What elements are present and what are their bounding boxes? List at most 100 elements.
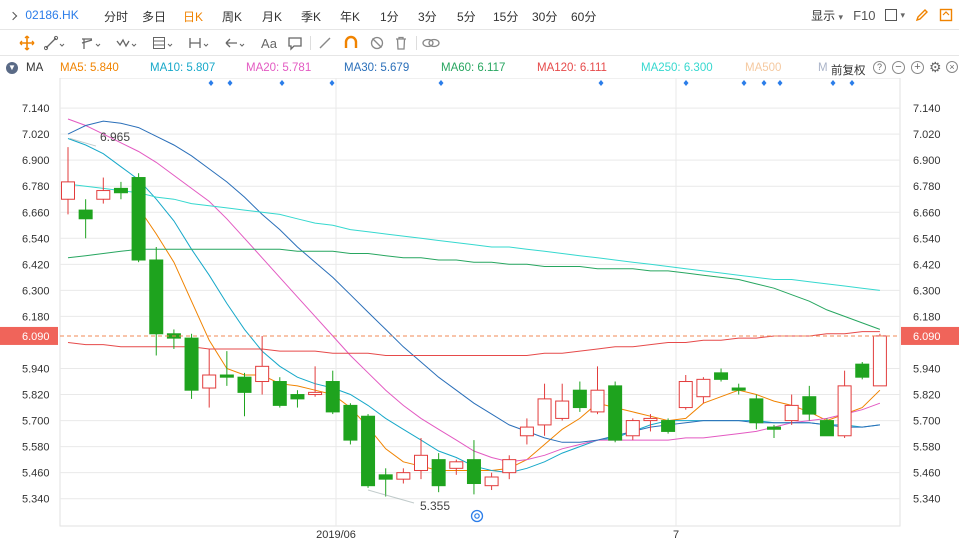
- candle-body[interactable]: [272, 381, 287, 406]
- ma-legend-item[interactable]: MA10: 5.807: [150, 62, 215, 74]
- candle-body[interactable]: [502, 459, 517, 474]
- candle-body[interactable]: [678, 381, 693, 409]
- candle-body[interactable]: [714, 372, 729, 380]
- candle-body[interactable]: [202, 374, 217, 389]
- candle-body[interactable]: [590, 389, 605, 413]
- display-menu[interactable]: 显示 ▾: [811, 7, 843, 24]
- candle-body[interactable]: [325, 381, 340, 413]
- ma-collapse-toggle[interactable]: ▼: [6, 62, 18, 74]
- period-tab[interactable]: 30分: [532, 8, 557, 25]
- candle-body[interactable]: [466, 459, 481, 485]
- draw-pen-button[interactable]: [915, 8, 929, 22]
- ma-legend-item[interactable]: MA60: 6.117: [441, 62, 505, 74]
- candle-body[interactable]: [219, 374, 234, 378]
- close-icon[interactable]: ×: [946, 61, 958, 73]
- candle-body[interactable]: [449, 461, 464, 469]
- candle-body[interactable]: [784, 404, 799, 422]
- period-tab[interactable]: 1分: [380, 8, 399, 25]
- magnet-icon: [344, 35, 358, 48]
- hide-drawings-tool[interactable]: [366, 34, 388, 52]
- ma-legend-item[interactable]: MA120: 6.111: [537, 62, 607, 74]
- comment-tool[interactable]: [284, 34, 306, 52]
- crosshair-tool[interactable]: [16, 34, 38, 52]
- candle-body[interactable]: [537, 398, 552, 426]
- ma-legend-item[interactable]: M: [818, 62, 828, 74]
- zoom-in-icon[interactable]: +: [911, 61, 924, 74]
- line-tool[interactable]: [44, 34, 66, 52]
- link-tool[interactable]: [420, 34, 442, 52]
- candle-body[interactable]: [343, 404, 358, 441]
- symbol-selector[interactable]: 02186.HK: [8, 8, 79, 22]
- period-tab[interactable]: 5分: [457, 8, 476, 25]
- fullscreen-button[interactable]: [939, 8, 953, 22]
- text-tool[interactable]: Aa: [258, 34, 280, 52]
- candle-body[interactable]: [608, 385, 623, 441]
- candle-body[interactable]: [431, 459, 446, 487]
- ma-label[interactable]: MA: [26, 62, 43, 74]
- ma-legend-item[interactable]: MA250: 6.300: [641, 62, 713, 74]
- magnet-tool[interactable]: [340, 34, 362, 52]
- ma-legend-item[interactable]: MA20: 5.781: [246, 62, 311, 74]
- fibonacci-tool[interactable]: [152, 34, 174, 52]
- candlestick-chart[interactable]: 7.140 7.140 7.020 7.020 6.900 6.900 6.780 6.780…: [0, 78, 959, 544]
- candle-body[interactable]: [113, 187, 128, 194]
- period-tab[interactable]: 年K: [340, 8, 360, 25]
- range-tool[interactable]: [188, 34, 210, 52]
- candle-body[interactable]: [555, 400, 570, 419]
- candle-body[interactable]: [237, 376, 252, 393]
- ma-legend-item[interactable]: MA30: 5.679: [344, 62, 409, 74]
- candle-body[interactable]: [308, 391, 323, 396]
- candle-body[interactable]: [819, 420, 834, 437]
- candle-body[interactable]: [61, 181, 75, 200]
- channel-tool[interactable]: [80, 34, 102, 52]
- candle-body[interactable]: [572, 389, 587, 409]
- candle-body[interactable]: [290, 394, 305, 400]
- candle-body[interactable]: [625, 420, 640, 437]
- layout-toggle[interactable]: ▾: [885, 9, 905, 21]
- candle-body[interactable]: [661, 420, 676, 432]
- wave-tool[interactable]: [116, 34, 138, 52]
- candle-body[interactable]: [184, 337, 199, 391]
- delete-drawings-tool[interactable]: [390, 34, 412, 52]
- drawing-toolbar: Aa: [0, 30, 959, 56]
- candle-body[interactable]: [378, 474, 393, 480]
- adjust-mode-button[interactable]: 前复权: [831, 62, 866, 78]
- candle-body[interactable]: [855, 363, 870, 378]
- candle-body[interactable]: [414, 454, 428, 471]
- period-tab[interactable]: 月K: [262, 8, 282, 25]
- candle-body[interactable]: [78, 209, 93, 220]
- candle-body[interactable]: [837, 385, 852, 437]
- candle-body[interactable]: [361, 415, 376, 487]
- candle-body[interactable]: [149, 259, 164, 335]
- candle-body[interactable]: [131, 177, 146, 261]
- pen-tool[interactable]: [314, 34, 336, 52]
- candle-body[interactable]: [519, 426, 534, 437]
- candle-body[interactable]: [696, 378, 711, 398]
- candle-body[interactable]: [96, 190, 111, 200]
- period-tab[interactable]: 日K: [183, 8, 203, 25]
- help-icon[interactable]: ?: [873, 61, 886, 74]
- period-tab[interactable]: 3分: [418, 8, 437, 25]
- candle-body[interactable]: [731, 387, 746, 391]
- zoom-out-icon[interactable]: −: [892, 61, 905, 74]
- wave-tool-icon: [116, 38, 137, 48]
- settings-icon[interactable]: ⚙: [929, 60, 942, 74]
- period-tab[interactable]: 周K: [222, 8, 242, 25]
- period-tab[interactable]: 多日: [142, 8, 166, 25]
- candle-body[interactable]: [802, 396, 817, 415]
- candle-body[interactable]: [872, 335, 887, 387]
- period-tab[interactable]: 60分: [571, 8, 596, 25]
- candle-body[interactable]: [484, 476, 499, 487]
- candle-body[interactable]: [767, 426, 781, 430]
- period-tab[interactable]: 15分: [493, 8, 518, 25]
- candle-body[interactable]: [255, 365, 270, 383]
- period-tab[interactable]: 季K: [301, 8, 321, 25]
- candle-body[interactable]: [396, 472, 411, 480]
- candle-body[interactable]: [749, 398, 764, 424]
- arrow-tool[interactable]: [224, 34, 246, 52]
- ma-legend-item[interactable]: MA500: [745, 62, 781, 74]
- f10-button[interactable]: F10: [853, 8, 875, 23]
- candle-body[interactable]: [643, 417, 658, 422]
- period-tab[interactable]: 分时: [104, 8, 128, 25]
- ma-legend-item[interactable]: MA5: 5.840: [60, 62, 119, 74]
